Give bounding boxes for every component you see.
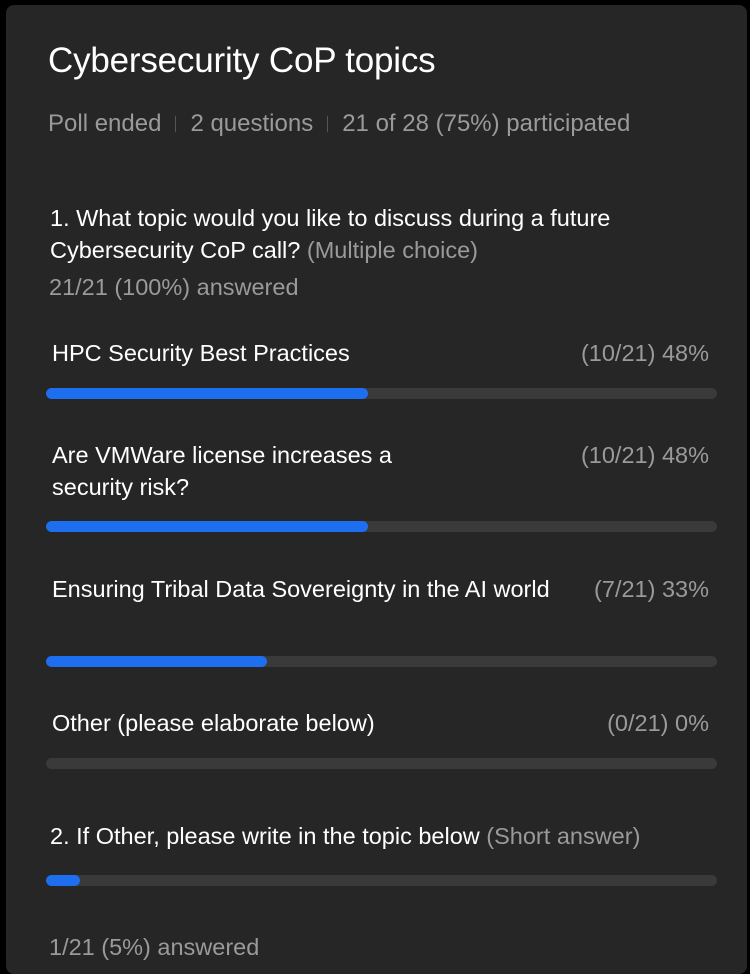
participation-count: 21 of 28 (75%) participated bbox=[342, 110, 631, 137]
response-rate-bar bbox=[46, 875, 717, 886]
option-label: Are VMWare license increases a security … bbox=[52, 442, 393, 500]
summary-divider bbox=[327, 116, 329, 132]
question-2-answered: 1/21 (5%) answered bbox=[49, 934, 260, 960]
poll-status: Poll ended bbox=[48, 110, 162, 137]
question-count: 2 questions bbox=[190, 110, 314, 137]
summary-divider bbox=[175, 116, 177, 132]
option-result-bar bbox=[46, 521, 717, 532]
option-result-bar bbox=[46, 758, 717, 769]
question-1-answered: 21/21 (100%) answered bbox=[49, 274, 299, 300]
question-1-text: 1. What topic would you like to discuss … bbox=[50, 202, 730, 266]
question-1-type: (Multiple choice) bbox=[306, 237, 478, 263]
question-2-type: (Short answer) bbox=[486, 823, 641, 849]
option-stat: (10/21) 48% bbox=[580, 442, 709, 468]
option-label: Ensuring Tribal Data Sovereignty in the … bbox=[52, 576, 550, 602]
option-label: HPC Security Best Practices bbox=[52, 340, 350, 366]
option-result-fill bbox=[46, 656, 268, 667]
poll-summary: Poll ended 2 questions 21 of 28 (75%) pa… bbox=[48, 110, 630, 138]
option-result-fill bbox=[46, 521, 369, 532]
response-rate-fill bbox=[46, 875, 80, 886]
option-stat: (7/21) 33% bbox=[594, 576, 709, 602]
option-stat: (0/21) 0% bbox=[607, 710, 709, 736]
option-result-bar bbox=[46, 656, 717, 667]
option-label: Other (please elaborate below) bbox=[52, 710, 375, 736]
option-result-bar bbox=[46, 388, 717, 399]
option-result-fill bbox=[46, 388, 369, 399]
poll-title: Cybersecurity CoP topics bbox=[48, 41, 436, 80]
question-2-prompt: 2. If Other, please write in the topic b… bbox=[50, 823, 480, 849]
option-stat: (10/21) 48% bbox=[580, 340, 709, 366]
poll-results-panel: Cybersecurity CoP topics Poll ended 2 qu… bbox=[6, 5, 747, 974]
question-2-text: 2. If Other, please write in the topic b… bbox=[50, 820, 650, 852]
